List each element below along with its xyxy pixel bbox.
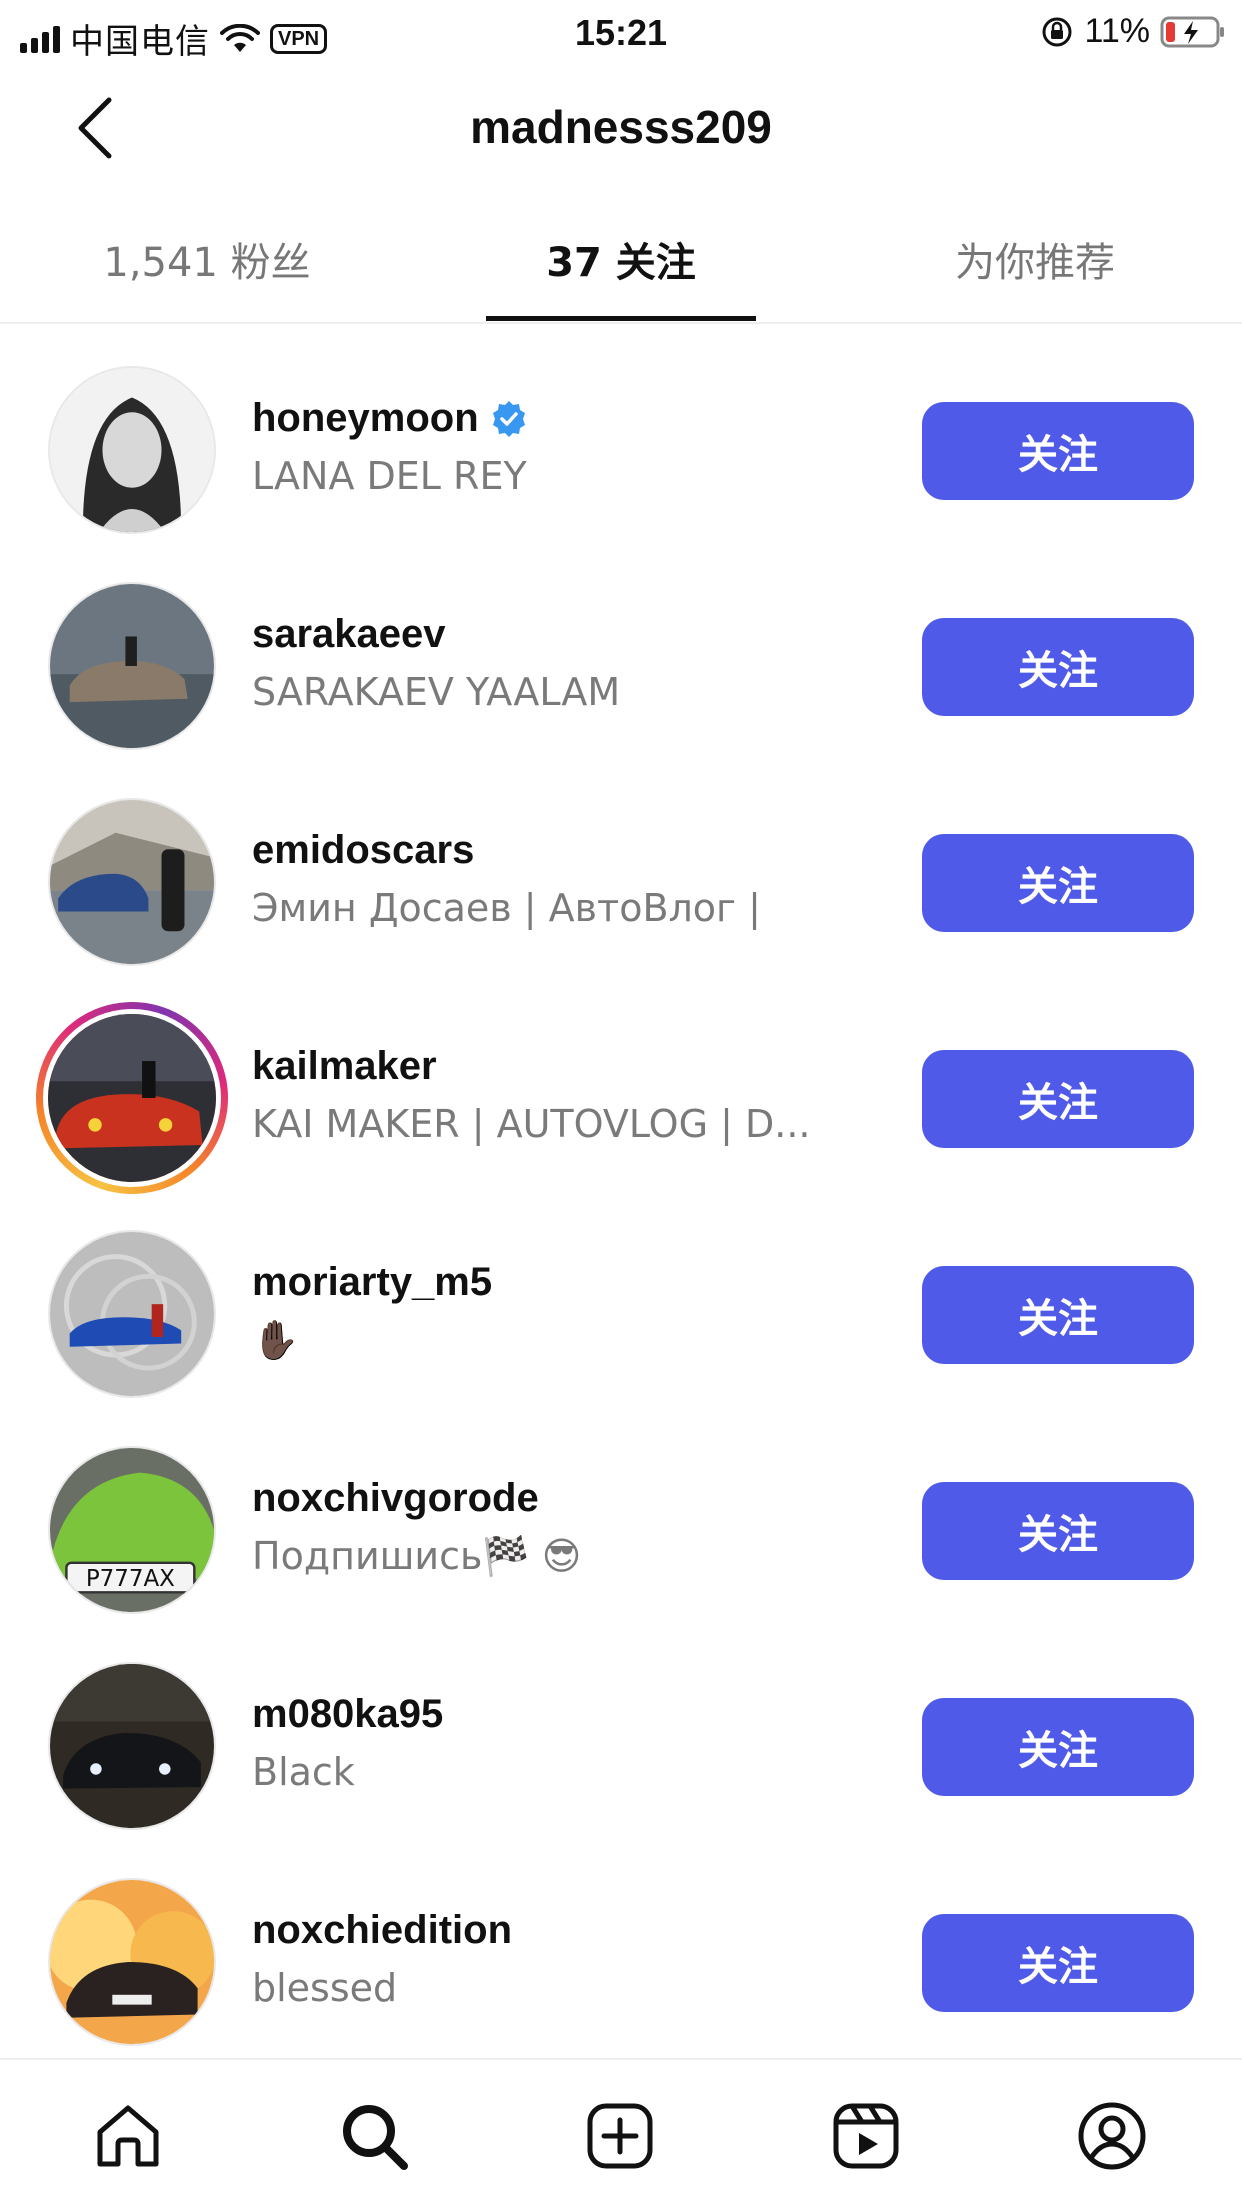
follow-button[interactable]: 关注 (922, 1266, 1194, 1364)
follow-button[interactable]: 关注 (922, 1698, 1194, 1796)
status-right: 11% (1040, 12, 1226, 51)
avatar-image: Р777АХ (50, 1448, 214, 1612)
nav-search[interactable] (334, 2096, 414, 2176)
username-text: kailmaker (252, 1044, 437, 1088)
active-tab-indicator (486, 316, 756, 321)
follow-button[interactable]: 关注 (922, 1482, 1194, 1580)
username-text: moriarty_m5 (252, 1260, 493, 1304)
bio: Black (252, 1750, 355, 1794)
nav-home[interactable] (88, 2096, 168, 2176)
bio: ✋🏿 (252, 1318, 300, 1362)
bio: blessed (252, 1966, 398, 2010)
nav-create[interactable] (580, 2096, 660, 2176)
username[interactable]: emidoscars (252, 828, 474, 873)
avatar-image (50, 1664, 214, 1828)
avatar-image (50, 1232, 214, 1396)
svg-text:Р777АХ: Р777АХ (86, 1566, 175, 1592)
username-text: sarakaeev (252, 612, 446, 656)
tab-followers[interactable]: 1,541 粉丝 (0, 230, 414, 288)
follow-button[interactable]: 关注 (922, 834, 1194, 932)
full-name: LANA DEL REY (252, 454, 527, 498)
list-item[interactable]: honeymoon LANA DEL REY 关注 (0, 324, 1242, 540)
list-item[interactable]: Р777АХ noxchivgorode Подпишись🏁 😎 关注 (0, 1404, 1242, 1620)
list-item[interactable]: kailmaker KAI MAKER | AUTOVLOG | D... 关注 (0, 972, 1242, 1194)
nav-reels[interactable] (826, 2096, 906, 2176)
list-item[interactable]: m080ka95 Black 关注 (0, 1620, 1242, 1836)
battery-percent: 11% (1084, 12, 1150, 50)
tab-suggested[interactable]: 为你推荐 (828, 230, 1242, 288)
username-text: honeymoon (252, 396, 479, 440)
page-title: madnesss209 (470, 101, 772, 153)
list-item[interactable]: noxchiedition blessed 关注 (0, 1836, 1242, 2052)
avatar[interactable] (48, 366, 216, 534)
username[interactable]: noxchivgorode (252, 1476, 539, 1521)
full-name: SARAKAEV YAALAM (252, 670, 621, 714)
avatar-image (50, 1880, 214, 2044)
avatar[interactable] (48, 1662, 216, 1830)
battery-icon (1160, 16, 1224, 47)
username[interactable]: moriarty_m5 (252, 1260, 492, 1305)
following-list: honeymoon LANA DEL REY 关注 sarakaeev SARA… (0, 324, 1242, 2052)
tab-following[interactable]: 37 关注 (414, 230, 828, 288)
username[interactable]: sarakaeev (252, 612, 446, 657)
header: madnesss209 (0, 64, 1242, 190)
username-text: noxchivgorode (252, 1476, 539, 1520)
follow-button[interactable]: 关注 (922, 1914, 1194, 2012)
avatar[interactable]: Р777АХ (48, 1446, 216, 1614)
search-icon (343, 2105, 408, 2170)
follow-button[interactable]: 关注 (922, 402, 1194, 500)
avatar-image (48, 1014, 216, 1182)
username[interactable]: m080ka95 (252, 1692, 443, 1737)
username-text: emidoscars (252, 828, 475, 872)
list-item[interactable]: moriarty_m5 ✋🏿 关注 (0, 1188, 1242, 1404)
username[interactable]: honeymoon (252, 396, 529, 441)
story-ring (43, 1009, 221, 1187)
follow-button[interactable]: 关注 (922, 1050, 1194, 1148)
create-icon (587, 2103, 653, 2169)
home-icon (97, 2105, 159, 2167)
avatar-with-story[interactable] (36, 1002, 228, 1194)
full-name: Эмин Досаев | АвтоВлог | (252, 886, 761, 930)
avatar[interactable] (48, 1230, 216, 1398)
avatar-image (50, 584, 214, 748)
profile-icon (1078, 2102, 1146, 2170)
avatar-image (50, 368, 214, 532)
avatar[interactable] (48, 798, 216, 966)
bio: Подпишись🏁 😎 (252, 1534, 582, 1578)
username[interactable]: kailmaker (252, 1044, 437, 1089)
username-text: noxchiedition (252, 1908, 512, 1952)
full-name: KAI MAKER | AUTOVLOG | D... (252, 1102, 811, 1146)
avatar-image (50, 800, 214, 964)
list-item[interactable]: sarakaeev SARAKAEV YAALAM 关注 (0, 540, 1242, 756)
tab-bar: 1,541 粉丝 37 关注 为你推荐 (0, 190, 1242, 324)
status-bar: 中国电信 VPN 15:21 11% (0, 0, 1242, 64)
username-text: m080ka95 (252, 1692, 444, 1736)
avatar[interactable] (48, 1878, 216, 2046)
username[interactable]: noxchiedition (252, 1908, 512, 1953)
list-item[interactable]: emidoscars Эмин Досаев | АвтоВлог | 关注 (0, 756, 1242, 972)
nav-profile[interactable] (1072, 2096, 1152, 2176)
reels-icon (833, 2103, 899, 2169)
verified-badge-icon (492, 400, 525, 437)
avatar[interactable] (48, 582, 216, 750)
rotation-lock-icon (1042, 17, 1072, 46)
bottom-nav (0, 2058, 1242, 2208)
follow-button[interactable]: 关注 (922, 618, 1194, 716)
